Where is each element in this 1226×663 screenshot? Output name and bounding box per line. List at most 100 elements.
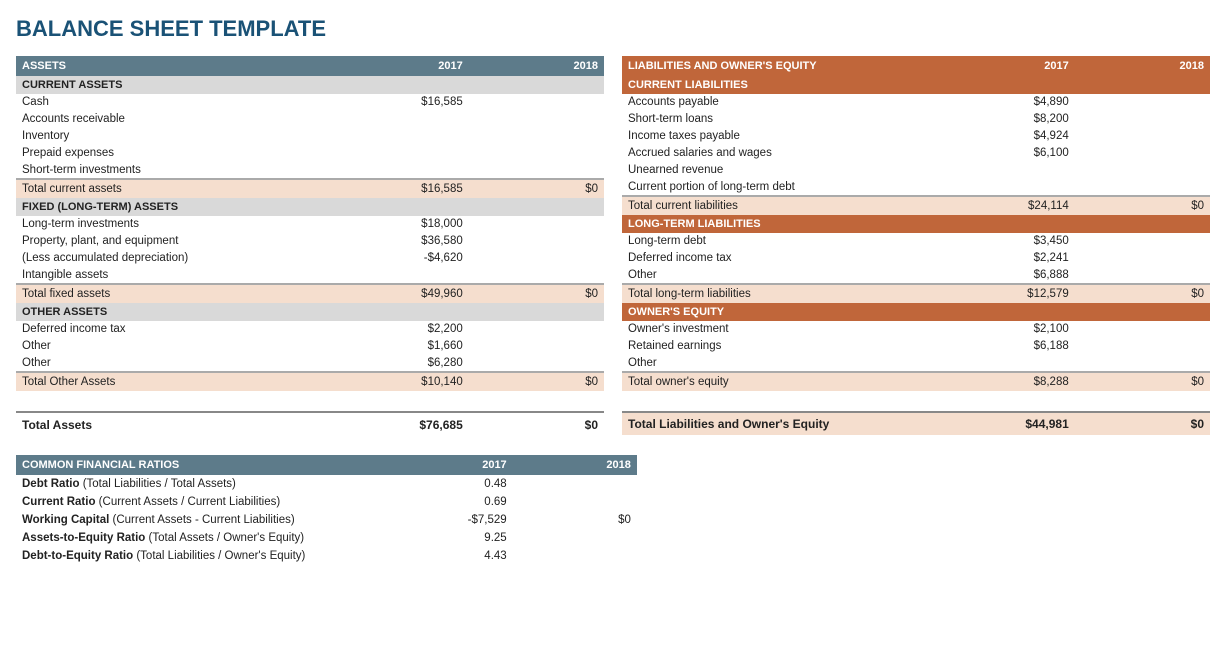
cash-2018: [469, 94, 604, 111]
total-assets-row: Total Assets $76,685 $0: [16, 412, 604, 437]
dte-ratio-label: Debt-to-Equity Ratio (Total Liabilities …: [16, 547, 389, 565]
other1-label: Other: [16, 338, 339, 355]
oe-other-2017: [945, 355, 1074, 373]
dit-2018: [469, 321, 604, 338]
debt-ratio-2018: [513, 475, 637, 493]
re-2017: $6,188: [945, 338, 1074, 355]
ltl-header: LONG-TERM LIABILITIES: [622, 215, 1210, 233]
ltd-2018: [1075, 233, 1210, 250]
table-row: Other $6,280: [16, 355, 604, 373]
table-row: Other $1,660: [16, 338, 604, 355]
table-row: Accounts receivable: [16, 111, 604, 128]
cash-label: Cash: [16, 94, 339, 111]
dit-2017: $2,200: [339, 321, 468, 338]
debt-ratio-label: Debt Ratio (Total Liabilities / Total As…: [16, 475, 389, 493]
fixed-assets-total: Total fixed assets $49,960 $0: [16, 284, 604, 303]
total-assets-2017: $76,685: [339, 412, 468, 437]
lti-label: Long-term investments: [16, 216, 339, 233]
ltd-label: Long-term debt: [622, 233, 945, 250]
current-assets-total-2018: $0: [469, 179, 604, 198]
spacer: [16, 391, 604, 412]
sti-2017: [339, 162, 468, 180]
ltl-total: Total long-term liabilities $12,579 $0: [622, 284, 1210, 303]
prepaid-label: Prepaid expenses: [16, 145, 339, 162]
assets-col2-header: 2017: [339, 56, 468, 76]
ate-ratio-2018: [513, 529, 637, 547]
ratio-row: Assets-to-Equity Ratio (Total Assets / O…: [16, 529, 637, 547]
itp-2017: $4,924: [945, 128, 1074, 145]
table-row: Income taxes payable $4,924: [622, 128, 1210, 145]
prepaid-2017: [339, 145, 468, 162]
table-row: Current portion of long-term debt: [622, 179, 1210, 197]
ar-2018: [469, 111, 604, 128]
ltl-label: LONG-TERM LIABILITIES: [622, 215, 1210, 233]
ratios-header-row: COMMON FINANCIAL RATIOS 2017 2018: [16, 455, 637, 475]
liabilities-header: LIABILITIES AND OWNER'S EQUITY 2017 2018: [622, 56, 1210, 76]
intangible-2018: [469, 267, 604, 285]
dit2-2018: [1075, 250, 1210, 267]
re-label: Retained earnings: [622, 338, 945, 355]
ap-2017: $4,890: [945, 94, 1074, 111]
ar-label: Accounts receivable: [16, 111, 339, 128]
main-layout: ASSETS 2017 2018 CURRENT ASSETS Cash $16…: [16, 56, 1210, 437]
asw-label: Accrued salaries and wages: [622, 145, 945, 162]
current-assets-total-2017: $16,585: [339, 179, 468, 198]
fixed-assets-header: FIXED (LONG-TERM) ASSETS: [16, 198, 604, 216]
ltl-other-label: Other: [622, 267, 945, 285]
other1-2018: [469, 338, 604, 355]
table-row: Long-term debt $3,450: [622, 233, 1210, 250]
itp-2018: [1075, 128, 1210, 145]
current-ratio-2018: [513, 493, 637, 511]
oe-total-2018: $0: [1075, 372, 1210, 391]
oi-2018: [1075, 321, 1210, 338]
ratio-row: Debt Ratio (Total Liabilities / Total As…: [16, 475, 637, 493]
right-panel: LIABILITIES AND OWNER'S EQUITY 2017 2018…: [622, 56, 1210, 437]
other-assets-label: OTHER ASSETS: [16, 303, 604, 321]
table-row: Retained earnings $6,188: [622, 338, 1210, 355]
table-row: Unearned revenue: [622, 162, 1210, 179]
current-assets-total-label: Total current assets: [16, 179, 339, 198]
other2-label: Other: [16, 355, 339, 373]
other2-2017: $6,280: [339, 355, 468, 373]
other2-2018: [469, 355, 604, 373]
table-row: Other $6,888: [622, 267, 1210, 285]
ar-2017: [339, 111, 468, 128]
oe-total: Total owner's equity $8,288 $0: [622, 372, 1210, 391]
stl-label: Short-term loans: [622, 111, 945, 128]
ratios-col2: 2017: [389, 455, 513, 475]
ltd-2017: $3,450: [945, 233, 1074, 250]
total-assets-label: Total Assets: [16, 412, 339, 437]
inventory-2018: [469, 128, 604, 145]
lti-2018: [469, 216, 604, 233]
working-capital-label: Working Capital (Current Assets - Curren…: [16, 511, 389, 529]
oe-header: OWNER'S EQUITY: [622, 303, 1210, 321]
oe-label: OWNER'S EQUITY: [622, 303, 1210, 321]
liab-col2-header: 2017: [945, 56, 1074, 76]
assets-col3-header: 2018: [469, 56, 604, 76]
spacer: [622, 391, 1210, 412]
asw-2017: $6,100: [945, 145, 1074, 162]
dep-label: (Less accumulated depreciation): [16, 250, 339, 267]
table-row: Other: [622, 355, 1210, 373]
total-liabilities-row: Total Liabilities and Owner's Equity $44…: [622, 412, 1210, 435]
total-liab-2018: $0: [1075, 412, 1210, 435]
fixed-assets-label: FIXED (LONG-TERM) ASSETS: [16, 198, 604, 216]
debt-ratio-2017: 0.48: [389, 475, 513, 493]
current-ratio-label: Current Ratio (Current Assets / Current …: [16, 493, 389, 511]
ate-ratio-label: Assets-to-Equity Ratio (Total Assets / O…: [16, 529, 389, 547]
table-row: Long-term investments $18,000: [16, 216, 604, 233]
stl-2018: [1075, 111, 1210, 128]
other1-2017: $1,660: [339, 338, 468, 355]
oe-other-2018: [1075, 355, 1210, 373]
ratio-row: Debt-to-Equity Ratio (Total Liabilities …: [16, 547, 637, 565]
sti-2018: [469, 162, 604, 180]
table-row: Deferred income tax $2,200: [16, 321, 604, 338]
dit2-label: Deferred income tax: [622, 250, 945, 267]
current-assets-header: CURRENT ASSETS: [16, 76, 604, 94]
asw-2018: [1075, 145, 1210, 162]
current-liabilities-label: CURRENT LIABILITIES: [622, 76, 1210, 94]
table-row: Cash $16,585: [16, 94, 604, 111]
fixed-assets-total-2018: $0: [469, 284, 604, 303]
cl-total-2018: $0: [1075, 196, 1210, 215]
ltl-total-2017: $12,579: [945, 284, 1074, 303]
